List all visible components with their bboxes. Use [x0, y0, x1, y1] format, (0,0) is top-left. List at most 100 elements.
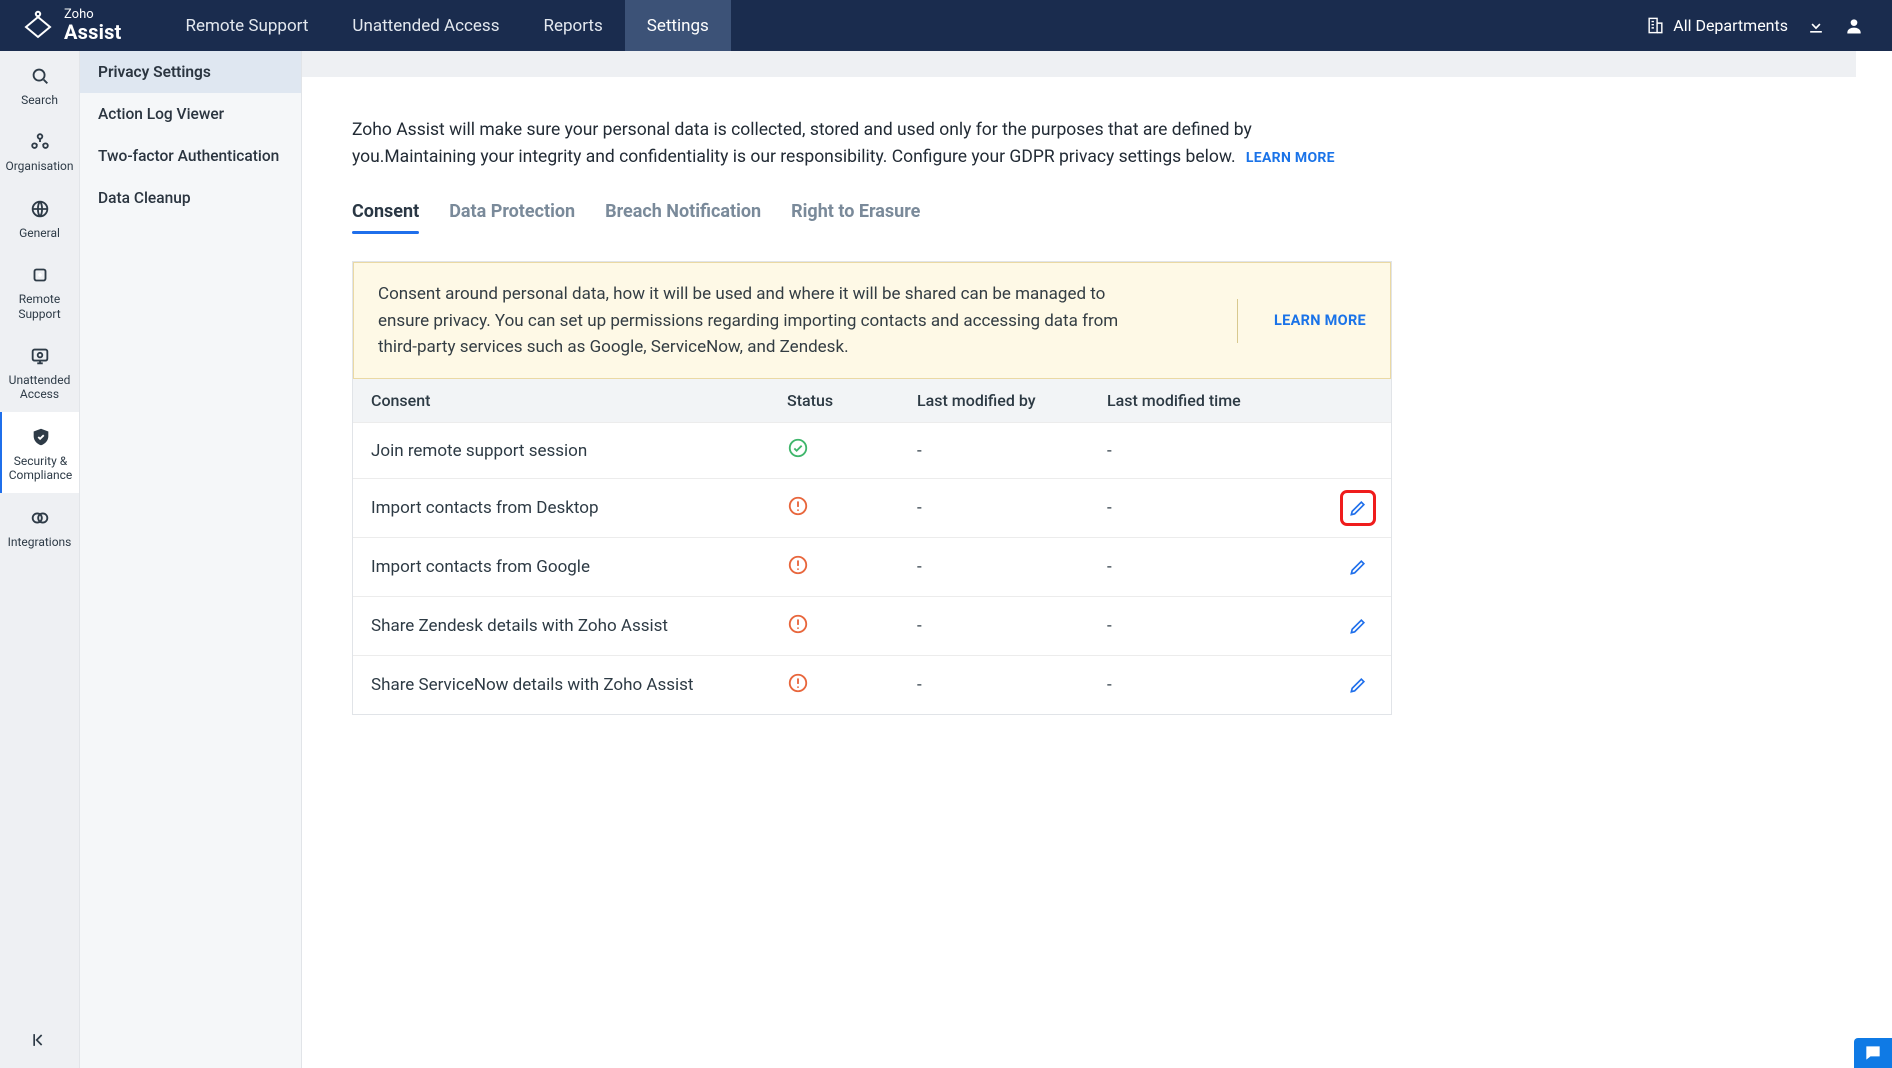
consent-learn-more-link[interactable]: LEARN MORE	[1237, 299, 1366, 343]
status-cell	[769, 479, 899, 538]
collapse-sidebar-button[interactable]	[0, 1016, 79, 1068]
consent-name: Share Zendesk details with Zoho Assist	[353, 597, 769, 656]
building-icon	[1645, 16, 1665, 36]
rail-integrations[interactable]: Integrations	[0, 493, 79, 559]
rail-icon	[29, 345, 51, 367]
actions-cell	[1319, 479, 1391, 538]
rail-label: General	[4, 226, 75, 240]
rail-label: Integrations	[4, 535, 75, 549]
download-icon[interactable]	[1806, 16, 1826, 36]
tab-right-to-erasure[interactable]: Right to Erasure	[791, 201, 920, 232]
col-consent: Consent	[353, 379, 769, 423]
modified-time: -	[1089, 423, 1319, 479]
logo[interactable]: Zoho Assist	[0, 8, 140, 43]
topnav: Remote SupportUnattended AccessReportsSe…	[164, 0, 731, 51]
zoho-assist-logo-icon	[22, 9, 54, 41]
consent-panel: Consent around personal data, how it wil…	[352, 261, 1392, 715]
modified-by: -	[899, 423, 1089, 479]
rail-label: Security &Compliance	[6, 454, 75, 483]
rail-icon	[29, 198, 51, 220]
rail-unattended-access[interactable]: UnattendedAccess	[0, 331, 79, 412]
consent-notice: Consent around personal data, how it wil…	[353, 262, 1391, 379]
edit-consent-button[interactable]	[1343, 611, 1373, 641]
rail-search[interactable]: Search	[0, 51, 79, 117]
rail-label: Search	[4, 93, 75, 107]
rail-remote-support[interactable]: RemoteSupport	[0, 250, 79, 331]
rail-icon	[29, 264, 51, 286]
brand-main: Assist	[64, 22, 122, 43]
intro-learn-more-link[interactable]: LEARN MORE	[1246, 150, 1335, 166]
edit-consent-button[interactable]	[1343, 670, 1373, 700]
modified-time: -	[1089, 597, 1319, 656]
topnav-unattended-access[interactable]: Unattended Access	[330, 0, 521, 51]
modified-by: -	[899, 656, 1089, 715]
table-row: Import contacts from Google --	[353, 538, 1391, 597]
privacy-tabs: Consent Data Protection Breach Notificatio…	[352, 201, 1806, 233]
consent-notice-text: Consent around personal data, how it wil…	[378, 281, 1158, 360]
status-cell	[769, 656, 899, 715]
topbar: Zoho Assist Remote SupportUnattended Acc…	[0, 0, 1892, 51]
rail-organisation[interactable]: Organisation	[0, 117, 79, 183]
subnav-privacy-settings[interactable]: Privacy Settings	[80, 51, 301, 93]
tab-breach-notification[interactable]: Breach Notification	[605, 201, 761, 232]
status-cell	[769, 423, 899, 479]
chat-fab[interactable]	[1854, 1038, 1892, 1068]
rail-general[interactable]: General	[0, 184, 79, 250]
consent-name: Join remote support session	[353, 423, 769, 479]
modified-by: -	[899, 479, 1089, 538]
tab-consent[interactable]: Consent	[352, 201, 419, 232]
settings-rail: Search Organisation General RemoteSupport Un…	[0, 51, 80, 1068]
rail-icon	[29, 507, 51, 529]
topnav-settings[interactable]: Settings	[625, 0, 731, 51]
col-modified-by: Last modified by	[899, 379, 1089, 423]
status-cell	[769, 597, 899, 656]
alert-circle-icon	[787, 502, 809, 522]
actions-cell	[1319, 538, 1391, 597]
subnav-data-cleanup[interactable]: Data Cleanup	[80, 177, 301, 219]
modified-time: -	[1089, 479, 1319, 538]
modified-by: -	[899, 538, 1089, 597]
logo-text: Zoho Assist	[64, 8, 122, 43]
checkmark-circle-icon	[787, 444, 809, 464]
intro-paragraph: Zoho Assist will make sure your personal…	[352, 117, 1372, 171]
topnav-remote-support[interactable]: Remote Support	[164, 0, 331, 51]
topbar-right: All Departments	[1645, 16, 1892, 36]
col-modified-time: Last modified time	[1089, 379, 1319, 423]
rail-security-compliance[interactable]: Security &Compliance	[0, 412, 79, 493]
table-row: Share Zendesk details with Zoho Assist --	[353, 597, 1391, 656]
edit-consent-button[interactable]	[1343, 493, 1373, 523]
departments-picker[interactable]: All Departments	[1645, 16, 1788, 36]
actions-cell	[1319, 597, 1391, 656]
rail-icon	[30, 426, 52, 448]
departments-label: All Departments	[1673, 16, 1788, 35]
status-cell	[769, 538, 899, 597]
modified-by: -	[899, 597, 1089, 656]
subnav-action-log-viewer[interactable]: Action Log Viewer	[80, 93, 301, 135]
tab-data-protection[interactable]: Data Protection	[449, 201, 575, 232]
actions-cell	[1319, 656, 1391, 715]
alert-circle-icon	[787, 679, 809, 699]
rail-label: UnattendedAccess	[4, 373, 75, 402]
col-status: Status	[769, 379, 899, 423]
content-wrap: Zoho Assist will make sure your personal…	[302, 51, 1856, 1068]
user-icon[interactable]	[1844, 16, 1864, 36]
consent-table: Consent Status Last modified by Last mod…	[353, 379, 1391, 714]
intro-text: Zoho Assist will make sure your personal…	[352, 120, 1252, 167]
table-row: Import contacts from Desktop --	[353, 479, 1391, 538]
content: Zoho Assist will make sure your personal…	[302, 77, 1856, 1068]
subnav-two-factor-authentication[interactable]: Two-factor Authentication	[80, 135, 301, 177]
rail-label: Organisation	[4, 159, 75, 173]
modified-time: -	[1089, 656, 1319, 715]
consent-name: Share ServiceNow details with Zoho Assis…	[353, 656, 769, 715]
actions-cell	[1319, 423, 1391, 479]
consent-name: Import contacts from Google	[353, 538, 769, 597]
table-row: Join remote support session --	[353, 423, 1391, 479]
table-row: Share ServiceNow details with Zoho Assis…	[353, 656, 1391, 715]
edit-consent-button[interactable]	[1343, 552, 1373, 582]
topnav-reports[interactable]: Reports	[521, 0, 624, 51]
consent-name: Import contacts from Desktop	[353, 479, 769, 538]
alert-circle-icon	[787, 561, 809, 581]
col-actions	[1319, 379, 1391, 423]
rail-icon	[29, 65, 51, 87]
modified-time: -	[1089, 538, 1319, 597]
